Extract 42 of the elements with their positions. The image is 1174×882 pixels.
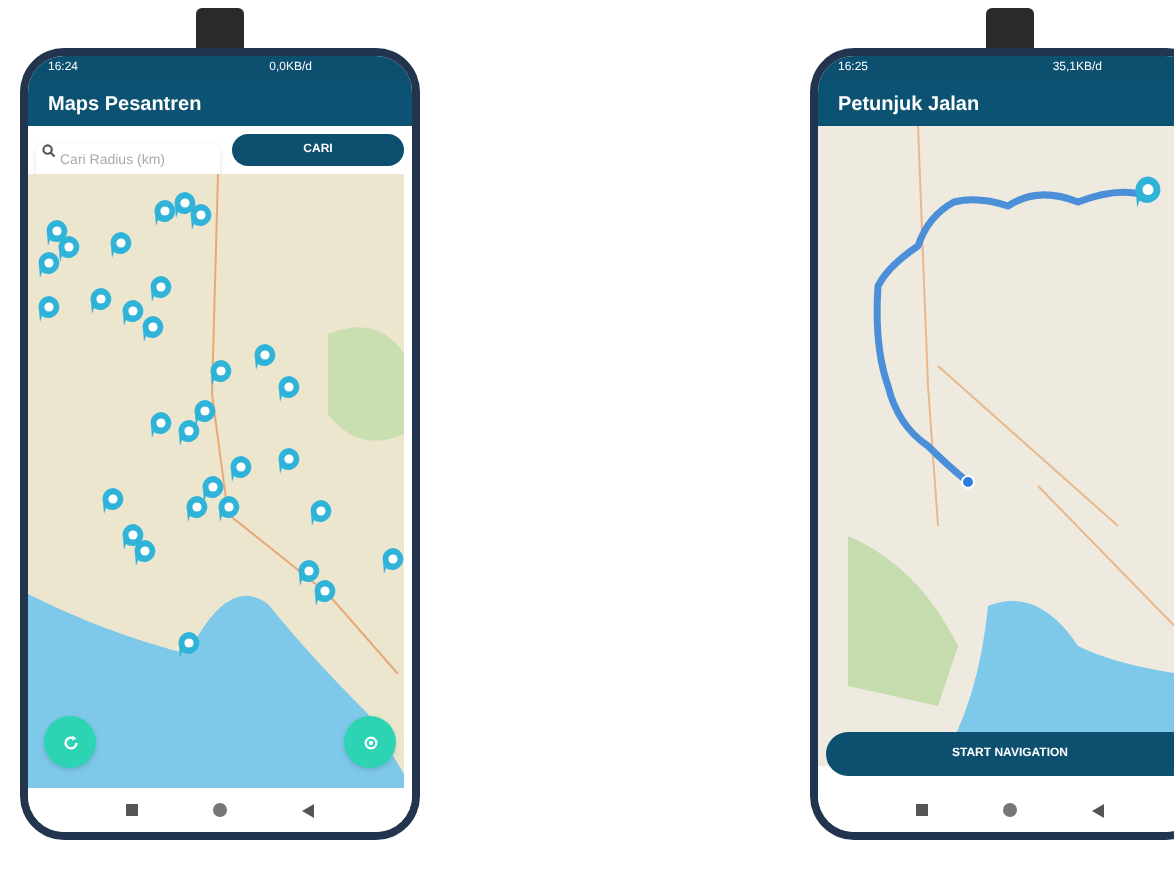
- map-pin-icon[interactable]: [36, 294, 62, 324]
- map-pin-icon[interactable]: [252, 342, 278, 372]
- map-pin-icon[interactable]: [200, 474, 226, 504]
- map-pin-icon[interactable]: [176, 418, 202, 448]
- home-icon[interactable]: [1001, 802, 1018, 818]
- map-pin-icon[interactable]: [148, 274, 174, 304]
- search-icon: [42, 143, 56, 157]
- recents-icon[interactable]: [125, 804, 138, 816]
- map-pin-icon[interactable]: [100, 486, 126, 516]
- map-pin-icon[interactable]: [152, 198, 178, 228]
- map-pin-icon[interactable]: [228, 454, 254, 484]
- map-pin-icon[interactable]: [312, 578, 338, 608]
- map-pin-icon[interactable]: [1132, 174, 1164, 210]
- map-pin-icon[interactable]: [208, 358, 234, 388]
- map-pin-icon[interactable]: [120, 298, 146, 328]
- back-icon[interactable]: [1092, 803, 1105, 817]
- map-drawing[interactable]: [818, 126, 1174, 766]
- map-pin-icon[interactable]: [172, 190, 198, 220]
- back-icon[interactable]: [302, 803, 315, 817]
- map-pin-icon[interactable]: [276, 446, 302, 476]
- map-pin-icon[interactable]: [308, 498, 334, 528]
- map-pin-icon[interactable]: [380, 546, 406, 576]
- map-pin-icon[interactable]: [192, 398, 218, 428]
- location-icon: [361, 733, 379, 751]
- map-pin-icon[interactable]: [88, 286, 114, 316]
- map-pin-icon[interactable]: [108, 230, 134, 260]
- app-title: Maps Pesantren: [48, 91, 202, 119]
- map-pin-icon[interactable]: [188, 202, 214, 232]
- map-pin-icon[interactable]: [56, 234, 82, 264]
- recents-icon[interactable]: [915, 804, 928, 816]
- map-pin-icon[interactable]: [176, 630, 202, 660]
- map-pin-icon[interactable]: [36, 250, 62, 280]
- map-pin-icon[interactable]: [148, 410, 174, 440]
- map-pin-icon[interactable]: [184, 494, 210, 524]
- home-icon[interactable]: [211, 802, 228, 818]
- map-pin-icon[interactable]: [132, 538, 158, 568]
- refresh-icon: [61, 733, 79, 751]
- app-title: Petunjuk Jalan: [838, 91, 980, 119]
- map-pin-icon[interactable]: [216, 494, 242, 524]
- map-pin-icon[interactable]: [140, 314, 166, 344]
- map-pin-icon[interactable]: [296, 558, 322, 588]
- map-pin-icon[interactable]: [276, 374, 302, 404]
